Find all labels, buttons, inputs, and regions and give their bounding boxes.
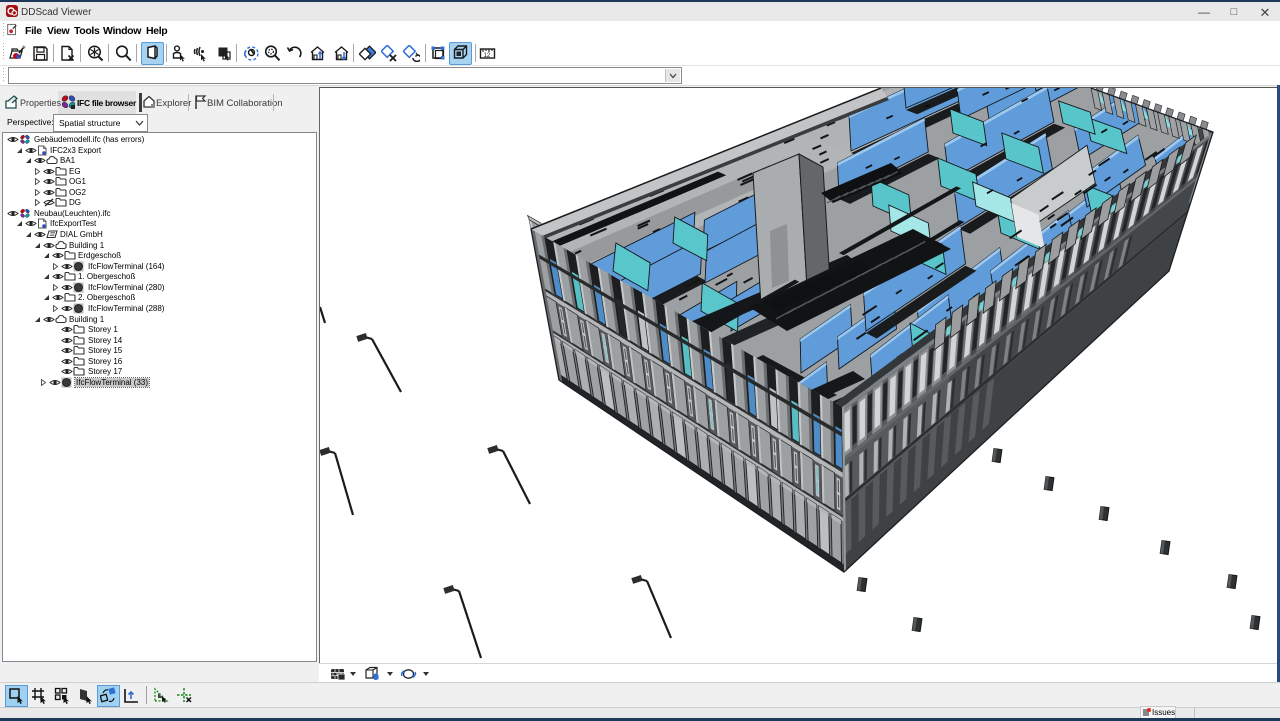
svg-text:12: 12	[484, 53, 491, 59]
